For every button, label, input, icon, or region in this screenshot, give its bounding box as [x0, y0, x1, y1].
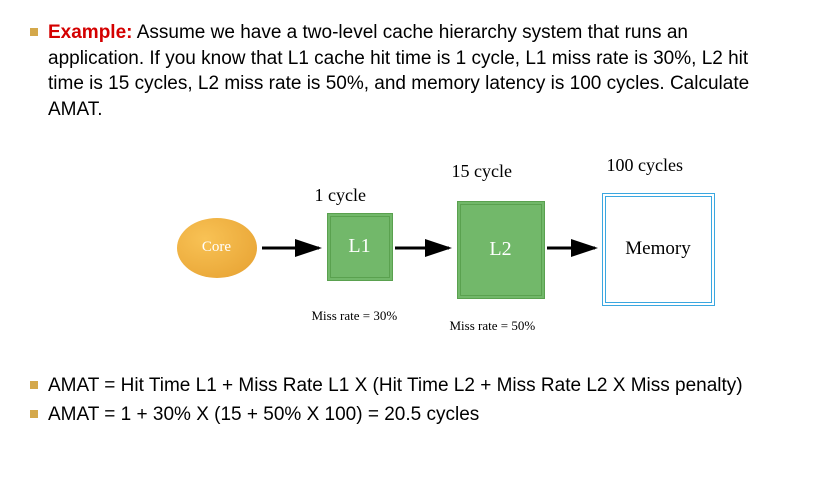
example-bullet: Example: Assume we have a two-level cach… — [30, 20, 783, 123]
example-label: Example: — [48, 22, 132, 43]
core-label: Core — [202, 239, 231, 256]
memory-latency-label: 100 cycles — [607, 155, 683, 176]
l2-hit-time-label: 15 cycle — [452, 161, 512, 182]
l1-hit-time-label: 1 cycle — [315, 185, 366, 206]
l1-label: L1 — [348, 235, 370, 258]
bullet-icon — [30, 28, 38, 36]
problem-text: Assume we have a two-level cache hierarc… — [48, 22, 749, 120]
formula-bullet: AMAT = Hit Time L1 + Miss Rate L1 X (Hit… — [30, 373, 783, 399]
l1-miss-rate-label: Miss rate = 30% — [312, 308, 398, 324]
bullet-icon — [30, 410, 38, 418]
problem-statement: Example: Assume we have a two-level cach… — [48, 20, 783, 123]
l1-cache-node: L1 — [327, 213, 393, 281]
memory-node: Memory — [602, 193, 715, 306]
calculation-bullet: AMAT = 1 + 30% X (15 + 50% X 100) = 20.5… — [30, 402, 783, 428]
l2-label: L2 — [489, 238, 511, 261]
amat-formula: AMAT = Hit Time L1 + Miss Rate L1 X (Hit… — [48, 373, 783, 399]
core-node: Core — [177, 218, 257, 278]
cache-hierarchy-diagram: Core L1 L2 Memory 1 cycle 15 cycle 100 c… — [57, 143, 757, 343]
amat-calculation: AMAT = 1 + 30% X (15 + 50% X 100) = 20.5… — [48, 402, 783, 428]
l2-cache-node: L2 — [457, 201, 545, 299]
bullet-icon — [30, 381, 38, 389]
memory-label: Memory — [625, 238, 690, 260]
l2-miss-rate-label: Miss rate = 50% — [450, 318, 536, 334]
